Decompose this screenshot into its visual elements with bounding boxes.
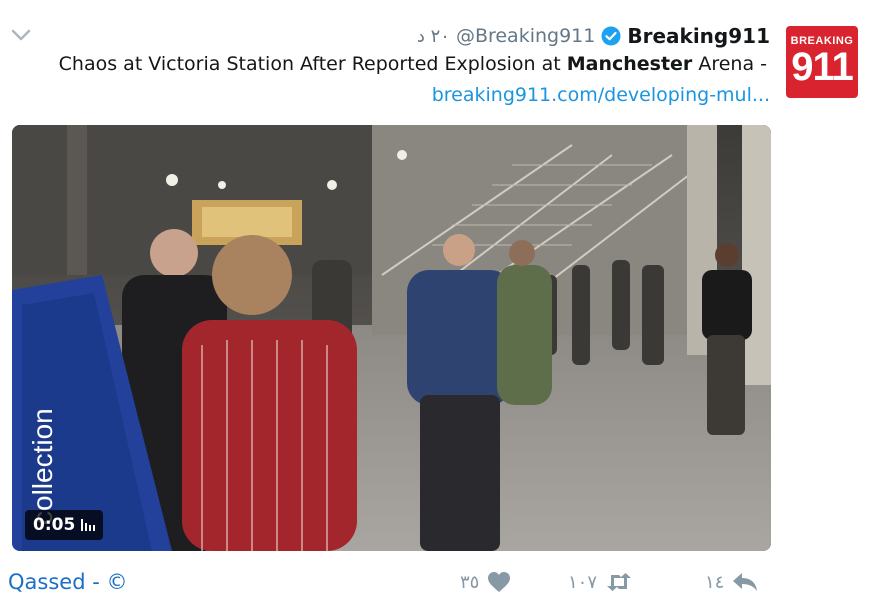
video-duration-badge: 0:05: [25, 510, 104, 540]
like-count: ٣٥: [460, 571, 480, 593]
retweet-icon: [607, 573, 632, 591]
video-frame: collection: [12, 125, 771, 551]
chevron-down-icon[interactable]: [10, 26, 32, 44]
user-handle[interactable]: @Breaking911: [456, 25, 595, 47]
volume-bars-icon: [81, 519, 96, 531]
display-name[interactable]: Breaking911: [627, 24, 770, 48]
reply-icon: [733, 573, 758, 591]
retweet-count: ١٠٧: [568, 571, 598, 593]
tweet-text-start: Chaos at Victoria Station After Reported…: [58, 53, 567, 75]
tweet-text-bold: Manchester: [566, 53, 693, 75]
tweet-link[interactable]: breaking911.com/developing-mul...: [432, 84, 770, 106]
tweet-header: ٢٠ د @Breaking911 Breaking911: [417, 22, 770, 50]
video-player[interactable]: collection: [12, 125, 771, 551]
heart-icon: [488, 572, 511, 592]
reply-count: ١٤: [705, 571, 725, 593]
like-action[interactable]: ٣٥: [460, 568, 511, 596]
retweet-action[interactable]: ١٠٧: [568, 568, 633, 596]
credit-text: Qassed - ©: [8, 570, 128, 594]
sign-text: collection: [27, 408, 58, 525]
reply-action[interactable]: ١٤: [705, 568, 758, 596]
tweet-timestamp[interactable]: ٢٠ د: [417, 26, 450, 47]
avatar[interactable]: BREAKING 911: [786, 26, 858, 98]
tweet-text-end: Arena -: [692, 53, 767, 75]
avatar-logo-number: 911: [791, 45, 854, 89]
tweet-text: Chaos at Victoria Station After Reported…: [59, 53, 767, 75]
video-duration: 0:05: [33, 515, 76, 535]
verified-badge-icon: [601, 26, 621, 46]
